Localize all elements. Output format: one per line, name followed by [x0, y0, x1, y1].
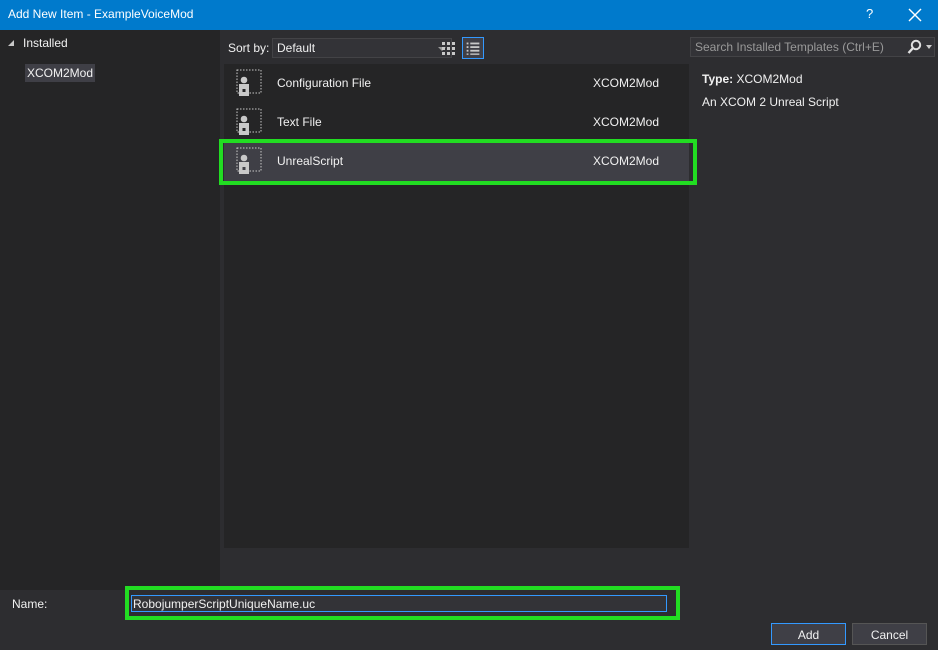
template-tree: Installed XCOM2Mod: [0, 30, 220, 590]
template-name: Configuration File: [277, 76, 372, 90]
search-input[interactable]: Search Installed Templates (Ctrl+E): [690, 37, 935, 57]
title-bar: Add New Item - ExampleVoiceMod ?: [0, 0, 938, 30]
sort-value: Default: [277, 41, 316, 55]
toolbar: Sort by: Default Search Installed Templa…: [220, 30, 938, 64]
tree-item-xcom2mod[interactable]: XCOM2Mod: [25, 64, 96, 82]
tree-node-installed[interactable]: Installed: [0, 33, 220, 53]
template-category: XCOM2Mod: [593, 76, 660, 90]
template-row-configuration-file[interactable]: Configuration File XCOM2Mod: [224, 64, 689, 103]
close-icon[interactable]: [906, 6, 924, 24]
help-button[interactable]: ?: [866, 6, 873, 21]
window-title: Add New Item - ExampleVoiceMod: [8, 7, 194, 21]
type-label: Type:: [702, 72, 734, 86]
template-list: Configuration File XCOM2Mod Text File XC…: [224, 64, 689, 548]
search-options-chevron-icon[interactable]: [926, 45, 932, 49]
collapse-arrow-icon[interactable]: [8, 40, 14, 46]
tree-node-label: Installed: [23, 36, 68, 50]
template-description: An XCOM 2 Unreal Script: [702, 95, 839, 109]
grid-view-icon[interactable]: [437, 37, 459, 59]
template-category: XCOM2Mod: [593, 115, 660, 129]
file-template-icon: [236, 69, 262, 96]
add-button[interactable]: Add: [771, 623, 846, 645]
template-row-text-file[interactable]: Text File XCOM2Mod: [224, 103, 689, 142]
selection-highlight-annotation: [219, 139, 697, 185]
sort-dropdown[interactable]: Default: [272, 38, 452, 58]
cancel-button[interactable]: Cancel: [852, 623, 927, 645]
type-line: Type: XCOM2Mod: [702, 72, 803, 86]
list-view-icon[interactable]: [462, 37, 484, 59]
name-field-highlight-annotation: [125, 586, 680, 620]
sort-label: Sort by:: [228, 41, 270, 55]
file-template-icon: [236, 108, 262, 135]
name-label: Name:: [12, 597, 48, 611]
type-value: XCOM2Mod: [736, 72, 803, 86]
search-icon[interactable]: [906, 39, 924, 55]
template-name: Text File: [277, 115, 322, 129]
